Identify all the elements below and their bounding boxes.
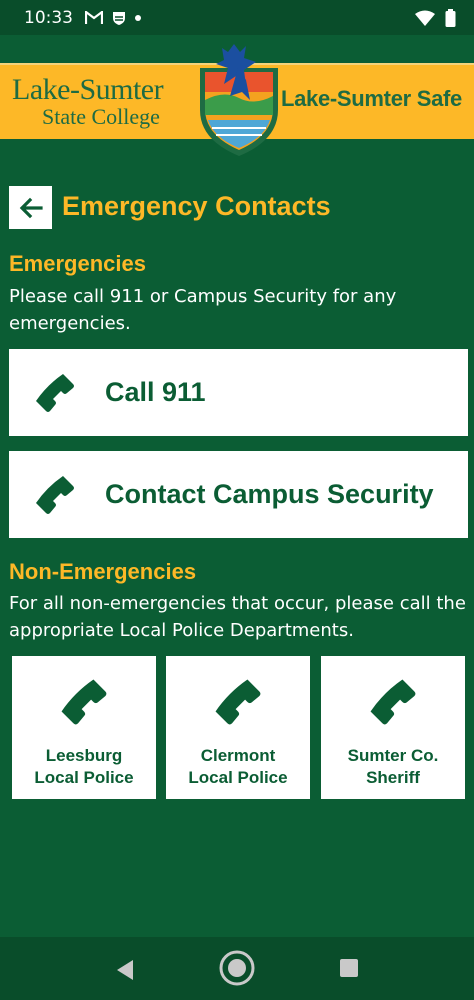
nav-recents-icon[interactable] [339,958,359,978]
emergencies-heading: Emergencies [9,251,146,276]
non-emergencies-text: For all non-emergencies that occur, plea… [9,593,466,641]
card-label-line1: Sumter Co. [347,746,439,765]
card-label-line1: Clermont [200,746,276,765]
card-label: Sumter Co. Sheriff [321,745,465,789]
emergencies-text: Please call 911 or Campus Security for a… [9,286,397,334]
back-button[interactable] [9,186,52,229]
status-time: 10:33 [24,7,73,28]
nav-back-icon[interactable] [115,959,135,981]
contact-campus-security-label: Contact Campus Security [105,479,434,509]
college-logo: Lake-Sumter State College [12,73,164,129]
wifi-icon [415,10,435,26]
phone-icon [215,679,261,725]
phone-icon [36,475,74,514]
college-shield-icon [194,40,284,163]
card-label-line2: Local Police [34,768,134,787]
card-label: Leesburg Local Police [12,745,156,789]
phone-icon [36,373,74,412]
call-911-button[interactable]: Call 911 [9,349,468,436]
contact-campus-security-button[interactable]: Contact Campus Security [9,451,468,538]
card-label-line1: Leesburg [45,746,123,765]
non-emergencies-heading: Non-Emergencies [9,559,197,584]
college-name-line1: Lake-Sumter [12,73,164,106]
nav-home-icon[interactable] [218,949,256,987]
arrow-left-icon [19,197,43,218]
call-911-label: Call 911 [105,377,206,407]
card-label-line2: Sheriff [366,768,420,787]
status-bar: 10:33 [0,0,474,35]
page-title: Emergency Contacts [62,191,331,221]
leesburg-police-card[interactable]: Leesburg Local Police [12,656,156,799]
gmail-icon [85,10,103,25]
battery-icon [445,8,456,27]
clermont-police-card[interactable]: Clermont Local Police [166,656,310,799]
dot-icon [135,14,141,21]
card-label: Clermont Local Police [166,745,310,789]
system-nav-bar [0,937,474,1000]
app-name: Lake-Sumter Safe [280,86,462,111]
college-name-line2: State College [42,104,160,129]
sumter-sheriff-card[interactable]: Sumter Co. Sheriff [321,656,465,799]
phone-icon [61,679,107,725]
phone-icon [370,679,416,725]
card-label-line2: Local Police [188,768,288,787]
shield-app-icon [111,10,127,26]
